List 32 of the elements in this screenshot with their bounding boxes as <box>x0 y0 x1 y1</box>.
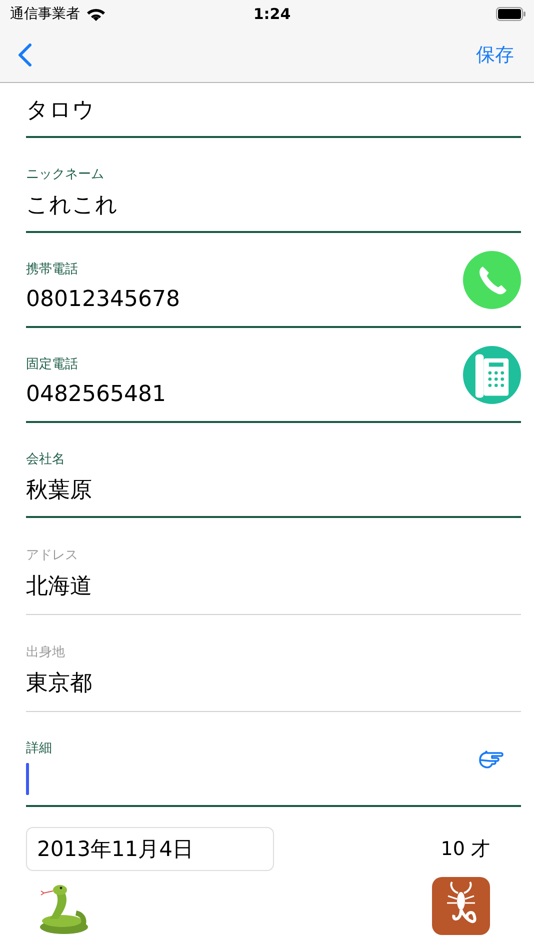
field-label: 詳細 <box>26 740 53 758</box>
age-text: 10 才 <box>440 837 490 862</box>
save-button[interactable]: 保存 <box>476 42 514 68</box>
carrier-name: 通信事業者 <box>10 5 80 23</box>
status-time: 1:24 <box>253 5 291 23</box>
field-value: これこれ <box>26 192 118 220</box>
battery-icon <box>496 7 526 21</box>
field-label: 会社名 <box>26 450 66 468</box>
field-label: 出身地 <box>26 644 66 662</box>
desk-phone-icon[interactable] <box>463 346 521 404</box>
text-field[interactable]: 詳細 <box>26 712 521 807</box>
text-field[interactable]: タロウ <box>26 83 521 138</box>
field-value: 東京都 <box>26 670 92 698</box>
field-value: タロウ <box>26 96 95 124</box>
field-value: 秋葉原 <box>26 476 92 504</box>
field-label: 固定電話 <box>26 356 79 374</box>
text-cursor <box>26 762 29 794</box>
field-value: 08012345678 <box>26 287 180 312</box>
field-value: 北海道 <box>26 573 92 601</box>
date-field[interactable]: 2013年11月4日 <box>26 827 274 871</box>
field-label: アドレス <box>26 547 79 565</box>
scorpion-icon <box>432 877 490 935</box>
text-field[interactable]: 固定電話 0482565481 <box>26 328 521 423</box>
field-label: 携帯電話 <box>26 260 79 278</box>
field-label: ニックネーム <box>26 166 105 184</box>
text-field[interactable]: 携帯電話 08012345678 <box>26 233 521 328</box>
text-field[interactable]: ニックネーム これこれ <box>26 138 521 233</box>
field-value: 0482565481 <box>26 382 166 407</box>
wifi-icon <box>86 6 106 22</box>
text-field[interactable]: 会社名 秋葉原 <box>26 423 521 518</box>
back-icon[interactable] <box>18 43 32 67</box>
pointing-hand-icon[interactable] <box>478 748 504 770</box>
